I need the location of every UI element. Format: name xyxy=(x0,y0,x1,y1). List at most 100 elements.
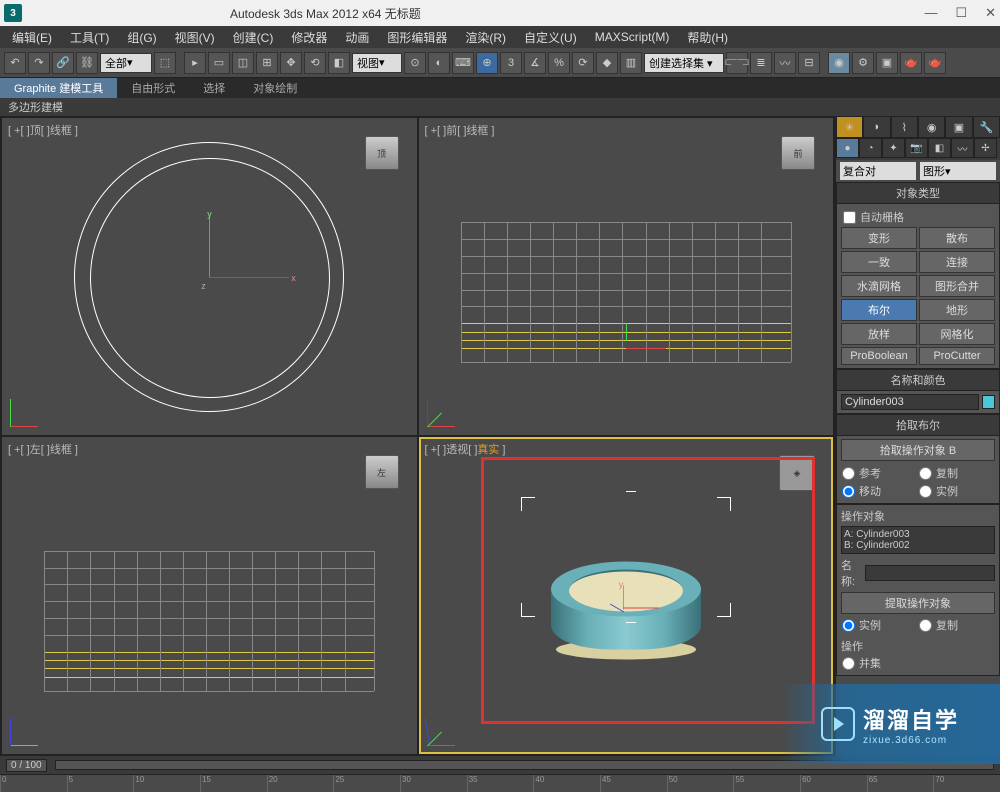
viewcube-left[interactable]: 左 xyxy=(365,455,399,489)
viewport-left-label[interactable]: [ +[ ]左[ ]线框 ] xyxy=(8,441,78,457)
lights-subtab[interactable]: ✦ xyxy=(882,138,905,158)
menu-render[interactable]: 渲染(R) xyxy=(457,27,514,48)
radio-instance2[interactable] xyxy=(842,619,855,632)
ribbon-sub-panel[interactable]: 多边形建模 xyxy=(0,98,1000,116)
keyboard-button[interactable]: ⌨ xyxy=(452,52,474,74)
utilities-tab[interactable]: 🔧 xyxy=(973,116,1000,138)
frame-indicator[interactable]: 0 / 100 xyxy=(6,759,47,772)
operand-b[interactable]: B: Cylinder002 xyxy=(844,540,992,551)
cameras-subtab[interactable]: 📷 xyxy=(905,138,928,158)
geometry-subtab[interactable]: ● xyxy=(836,138,859,158)
helpers-subtab[interactable]: ◧ xyxy=(928,138,951,158)
selection-set-dropdown[interactable]: 全部 ▾ xyxy=(100,53,152,73)
viewport-front[interactable]: [ +[ ]前[ ]线框 ] 前 xyxy=(419,118,834,435)
btn-conform[interactable]: 一致 xyxy=(841,251,917,273)
viewport-front-label[interactable]: [ +[ ]前[ ]线框 ] xyxy=(425,122,495,138)
minimize-button[interactable]: — xyxy=(924,5,937,21)
render-button[interactable]: 🫖 xyxy=(900,52,922,74)
motion-tab[interactable]: ◉ xyxy=(918,116,945,138)
link-button[interactable]: 🔗 xyxy=(52,52,74,74)
hierarchy-tab[interactable]: ⌇ xyxy=(891,116,918,138)
rendered-frame-button[interactable]: ▣ xyxy=(876,52,898,74)
menu-grapheditor[interactable]: 图形编辑器 xyxy=(379,27,455,48)
systems-subtab[interactable]: ✢ xyxy=(974,138,997,158)
scale-button[interactable]: ◧ xyxy=(328,52,350,74)
category-dropdown-1[interactable]: 复合对 xyxy=(840,162,916,180)
menu-help[interactable]: 帮助(H) xyxy=(679,27,736,48)
modify-tab[interactable]: ◗ xyxy=(863,116,890,138)
btn-blobmesh[interactable]: 水滴网格 xyxy=(841,275,917,297)
menu-edit[interactable]: 编辑(E) xyxy=(4,27,60,48)
radio-reference[interactable] xyxy=(842,467,855,480)
menu-create[interactable]: 创建(C) xyxy=(225,27,282,48)
pivot-button[interactable]: ⊙ xyxy=(404,52,426,74)
rect-select-button[interactable]: ◫ xyxy=(232,52,254,74)
operand-a[interactable]: A: Cylinder003 xyxy=(844,529,992,540)
radio-instance[interactable] xyxy=(919,485,932,498)
material-editor-button[interactable]: ◉ xyxy=(828,52,850,74)
quick-render-button[interactable]: 🫖 xyxy=(924,52,946,74)
snap-toggle[interactable]: ⊕ xyxy=(476,52,498,74)
manip-button[interactable]: ◐ xyxy=(428,52,450,74)
autogrid-checkbox[interactable] xyxy=(843,211,856,224)
edit-named-sel-button[interactable]: ◆ xyxy=(596,52,618,74)
radio-copy[interactable] xyxy=(919,467,932,480)
viewport-top[interactable]: [ +[ ]顶[ ]线框 ] 顶 x y z xyxy=(2,118,417,435)
cursor-button[interactable]: ▸ xyxy=(184,52,206,74)
category-dropdown-2[interactable]: 图形▾ xyxy=(920,162,996,180)
menu-view[interactable]: 视图(V) xyxy=(167,27,223,48)
radio-copy2[interactable] xyxy=(919,619,932,632)
btn-morph[interactable]: 变形 xyxy=(841,227,917,249)
operands-listbox[interactable]: A: Cylinder003 B: Cylinder002 xyxy=(841,526,995,554)
menu-modifiers[interactable]: 修改器 xyxy=(283,27,335,48)
rollout-objtype[interactable]: 对象类型 xyxy=(836,182,1000,204)
pick-operand-button[interactable]: 拾取操作对象 B xyxy=(841,439,995,461)
viewport-top-label[interactable]: [ +[ ]顶[ ]线框 ] xyxy=(8,122,78,138)
spinner-snap-button[interactable]: ⟳ xyxy=(572,52,594,74)
menu-animation[interactable]: 动画 xyxy=(337,27,377,48)
btn-scatter[interactable]: 散布 xyxy=(919,227,995,249)
maximize-button[interactable]: ☐ xyxy=(955,5,967,21)
menu-tools[interactable]: 工具(T) xyxy=(62,27,117,48)
redo-button[interactable]: ↷ xyxy=(28,52,50,74)
render-setup-button[interactable]: ⚙ xyxy=(852,52,874,74)
rollout-pickbool[interactable]: 拾取布尔 xyxy=(836,414,1000,436)
timeline[interactable]: 0 5 10 15 20 25 30 35 40 45 50 55 60 65 … xyxy=(0,774,1000,792)
angle-snap-button[interactable]: ∡ xyxy=(524,52,546,74)
layers-button[interactable]: ≣ xyxy=(750,52,772,74)
btn-shapemerge[interactable]: 图形合并 xyxy=(919,275,995,297)
create-tab[interactable]: ✳ xyxy=(836,116,863,138)
curve-editor-button[interactable]: 〰 xyxy=(774,52,796,74)
radio-move[interactable] xyxy=(842,485,855,498)
rollout-namecolor[interactable]: 名称和颜色 xyxy=(836,369,1000,391)
menu-customize[interactable]: 自定义(U) xyxy=(516,27,585,48)
snap-3[interactable]: 3 xyxy=(500,52,522,74)
display-tab[interactable]: ▣ xyxy=(945,116,972,138)
viewcube-top[interactable]: 顶 xyxy=(365,136,399,170)
shapes-subtab[interactable]: ◔ xyxy=(859,138,882,158)
object-name-input[interactable] xyxy=(841,394,979,410)
window-cross-button[interactable]: ⊞ xyxy=(256,52,278,74)
operand-name-input[interactable] xyxy=(865,565,995,581)
select-button[interactable]: ⬚ xyxy=(154,52,176,74)
percent-snap-button[interactable]: % xyxy=(548,52,570,74)
btn-proboolean[interactable]: ProBoolean xyxy=(841,347,917,365)
mirror-button[interactable]: ▥ xyxy=(620,52,642,74)
btn-terrain[interactable]: 地形 xyxy=(919,299,995,321)
close-button[interactable]: ✕ xyxy=(985,5,996,21)
viewport-persp-label[interactable]: [ +[ ]透视[ ]真实 ] xyxy=(425,441,506,457)
btn-connect[interactable]: 连接 xyxy=(919,251,995,273)
named-sel-dropdown[interactable]: 创建选择集 ▾ xyxy=(644,53,724,73)
ribbon-tab-select[interactable]: 选择 xyxy=(189,78,239,98)
ref-coord-dropdown[interactable]: 视图 ▾ xyxy=(352,53,402,73)
radio-union[interactable] xyxy=(842,657,855,670)
extract-operand-button[interactable]: 提取操作对象 xyxy=(841,592,995,614)
select-name-button[interactable]: ▭ xyxy=(208,52,230,74)
spacewarps-subtab[interactable]: 〰 xyxy=(951,138,974,158)
viewport-perspective[interactable]: [ +[ ]透视[ ]真实 ] ◈ y xyxy=(419,437,834,754)
ribbon-tab-freeform[interactable]: 自由形式 xyxy=(117,78,189,98)
object-color-swatch[interactable] xyxy=(982,395,995,409)
align-button[interactable]: ⫍⫎ xyxy=(726,52,748,74)
viewcube-front[interactable]: 前 xyxy=(781,136,815,170)
ribbon-tab-objpaint[interactable]: 对象绘制 xyxy=(239,78,311,98)
